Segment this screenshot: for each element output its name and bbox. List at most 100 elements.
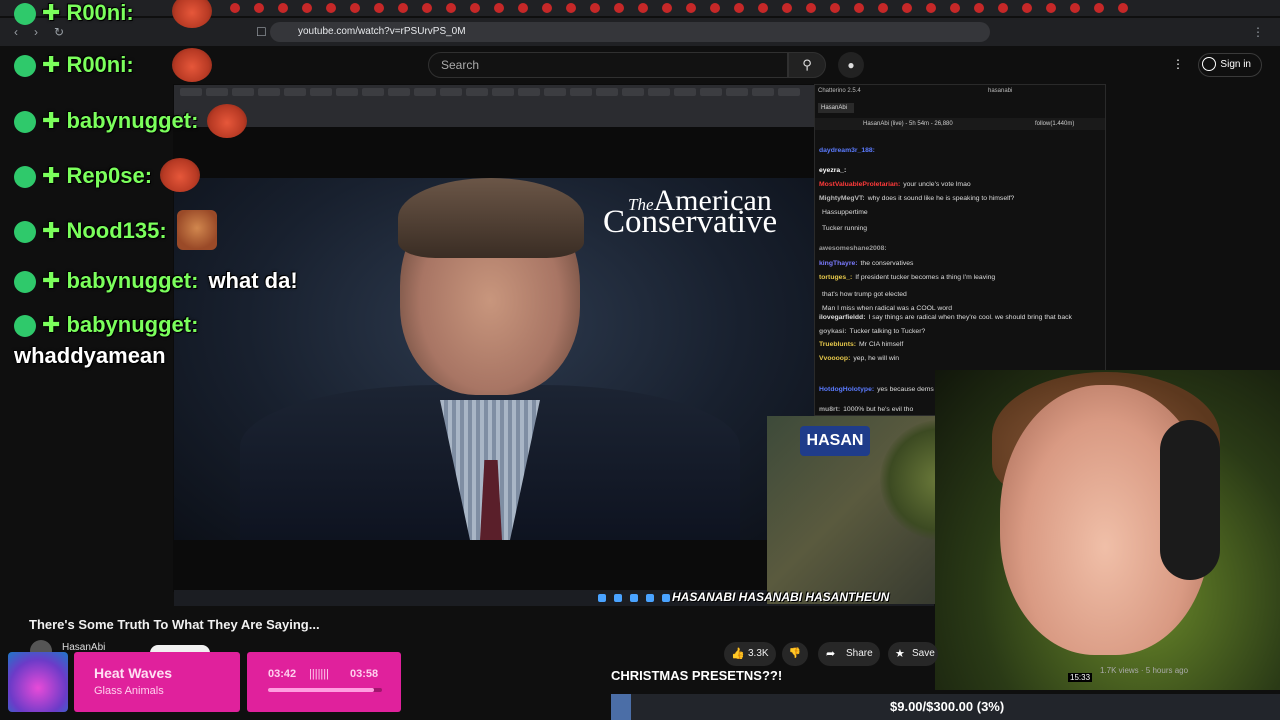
browser-tab-favicon[interactable] [1070,3,1080,13]
browser-tab-favicon[interactable] [998,3,1008,13]
embedded-browser-tab [778,88,800,96]
browser-tab-favicon[interactable] [590,3,600,13]
embedded-browser-tab [466,88,488,96]
browser-tab-favicon[interactable] [326,3,336,13]
address-bar[interactable]: youtube.com/watch?v=rPSUrvPS_0M [270,22,990,42]
chat-username[interactable]: MostValuableProletarian: [819,181,900,188]
browser-tab-favicon[interactable] [566,3,576,13]
emote-icon [160,158,200,192]
browser-tab-favicon[interactable] [782,3,792,13]
browser-tab-favicon[interactable] [950,3,960,13]
menu-icon[interactable]: ⋮ [1252,25,1264,39]
now-playing-elapsed: 03:42 [268,668,297,680]
browser-tab-favicon[interactable] [398,3,408,13]
now-playing-progress-fill [268,688,374,692]
chat-username[interactable]: HotdogHolotype: [819,386,874,393]
now-playing-artist: Glass Animals [94,685,164,697]
chat-message: daydream3r_188: [819,146,878,155]
chat-username[interactable]: Vvoooop: [819,355,850,362]
chat-text: I say things are radical when they're co… [868,314,1072,321]
forward-icon[interactable]: › [34,25,38,39]
browser-tab-favicon[interactable] [662,3,672,13]
chat-header-follow: follow(1.440m) [1035,121,1075,127]
headphones [1160,420,1220,580]
back-icon[interactable]: ‹ [14,25,18,39]
overlay-chat-line: whaddyamean [14,343,166,369]
chat-username[interactable]: goykasi: [819,328,847,335]
browser-tab-favicon[interactable] [806,3,816,13]
overlay-username: R00ni: [66,52,134,77]
more-options-icon[interactable]: ⋮ [1172,57,1184,71]
browser-tab-favicon[interactable] [422,3,432,13]
microphone-icon[interactable]: ● [838,52,864,78]
album-art [8,652,68,712]
browser-tab-favicon[interactable] [734,3,744,13]
chat-tab[interactable]: HasanAbi [818,103,854,113]
chat-message: Vvoooop: yep, he will win [819,354,899,363]
browser-tab-favicon[interactable] [854,3,864,13]
bookmark-icon[interactable]: ☐ [256,25,267,39]
subscriber-badge-icon [14,221,36,244]
overlay-username: babynugget: [66,268,199,293]
brand-logo-line2: Conservative [603,204,778,240]
chat-username[interactable]: eyezra_: [819,167,846,174]
chat-message: Tucker running [819,224,867,233]
chat-username[interactable]: tortuges_: [819,274,852,281]
chat-text: Tucker running [822,225,868,232]
browser-tab-favicon[interactable] [446,3,456,13]
browser-tab-favicon[interactable] [374,3,384,13]
plus-badge-icon: ✚ [42,108,61,133]
video-duration: 15:33 [1068,673,1093,682]
browser-tab-favicon[interactable] [638,3,648,13]
taskbar-app-icon [598,594,606,602]
chat-username[interactable]: ilovegarfieldd: [819,314,865,321]
browser-tab-favicon[interactable] [710,3,720,13]
overlay-chat-line: ✚ R00ni: [14,0,144,26]
browser-tab-favicon[interactable] [614,3,624,13]
overlay-username: babynugget: [66,108,199,133]
browser-tab-favicon[interactable] [494,3,504,13]
plus-badge-icon: ✚ [42,163,61,188]
chat-text: Man I miss when radical was a COOL word [822,305,953,312]
save-icon: ★ [895,648,905,660]
chat-username[interactable]: Trueblunts: [819,341,856,348]
browser-tab-favicon[interactable] [542,3,552,13]
chat-text: Mr CIA himself [859,341,904,348]
browser-tab-favicon[interactable] [302,3,312,13]
browser-tab-favicon[interactable] [518,3,528,13]
save-label: Save [912,648,935,659]
browser-tab-favicon[interactable] [878,3,888,13]
reload-icon[interactable]: ↻ [54,25,64,39]
browser-tab-favicon[interactable] [830,3,840,13]
dislike-button[interactable]: 👎 [782,642,808,666]
browser-tab-favicon[interactable] [758,3,768,13]
donation-goal-text: $9.00/$300.00 (3%) [890,699,1005,714]
chat-message: MightyMegVT: why does it sound like he is… [819,194,1014,203]
embedded-browser-tab [518,88,540,96]
chat-username[interactable]: kingThayre: [819,260,858,267]
browser-tab-favicon[interactable] [1118,3,1128,13]
chat-username[interactable]: mu8rt: [819,406,840,413]
browser-tab-favicon[interactable] [902,3,912,13]
browser-tab-favicon[interactable] [1094,3,1104,13]
browser-tab-favicon[interactable] [926,3,936,13]
browser-tab-favicon[interactable] [230,3,240,13]
browser-tab-favicon[interactable] [254,3,264,13]
browser-tab-favicon[interactable] [470,3,480,13]
now-playing-time-card [247,652,401,712]
search-input[interactable]: Search [428,52,788,78]
overlay-username: Nood135: [66,218,167,243]
browser-tab-favicon[interactable] [1046,3,1056,13]
emote-icon [207,104,247,138]
chat-username[interactable]: daydream3r_188: [819,147,875,154]
browser-tab-favicon[interactable] [1022,3,1032,13]
chat-username[interactable]: MightyMegVT: [819,195,865,202]
browser-tab-favicon[interactable] [686,3,696,13]
chat-message: MostValuableProletarian: your uncle's vot… [819,180,971,189]
browser-tab-favicon[interactable] [278,3,288,13]
browser-tab-favicon[interactable] [350,3,360,13]
chat-username[interactable]: awesomeshane2008: [819,245,887,252]
browser-tab-favicon[interactable] [974,3,984,13]
overlay-username: R00ni: [66,0,134,25]
search-icon[interactable]: ⚲ [788,52,826,78]
